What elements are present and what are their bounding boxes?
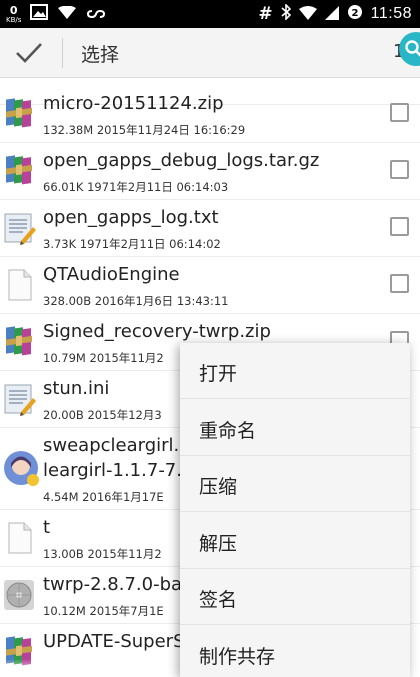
file-size-and-date: 10.12M 2015年7月1E bbox=[43, 604, 164, 618]
cell-signal-icon bbox=[324, 5, 339, 24]
action-bar-title: 选择 bbox=[81, 44, 120, 66]
file-name: twrp-2.8.7.0-ba bbox=[43, 574, 183, 595]
status-bar: 0 KB/s # 2 11:58 bbox=[0, 0, 420, 28]
alarm-icon: 2 bbox=[347, 4, 363, 24]
context-menu-item-label: 签名 bbox=[199, 589, 238, 611]
file-name: QTAudioEngine bbox=[43, 264, 180, 285]
file-name: open_gapps_debug_logs.tar.gz bbox=[43, 150, 320, 171]
action-bar-divider bbox=[62, 38, 63, 68]
context-menu-item[interactable]: 签名 bbox=[180, 569, 410, 625]
context-menu-item[interactable]: 解压 bbox=[180, 513, 410, 569]
file-name: sweapcleargirl.v bbox=[43, 435, 190, 456]
blank-file-icon bbox=[3, 521, 37, 555]
search-icon bbox=[405, 40, 420, 57]
file-list-item[interactable]: micro-20151124.zip 132.38M 2015年11月24日 16… bbox=[0, 86, 420, 143]
file-size-and-date: 328.00B 2016年1月6日 13:43:11 bbox=[43, 294, 229, 308]
context-menu-item[interactable]: 重命名 bbox=[180, 400, 410, 456]
file-list-item[interactable]: QTAudioEngine 328.00B 2016年1月6日 13:43:11 bbox=[0, 257, 420, 314]
wifi-signal-icon bbox=[298, 5, 317, 24]
text-file-icon bbox=[3, 211, 37, 245]
file-size-and-date: 4.54M 2016年1月17E bbox=[43, 490, 164, 504]
svg-text:2: 2 bbox=[351, 8, 358, 19]
clock-time: 11:58 bbox=[370, 5, 412, 22]
archive-icon bbox=[3, 325, 37, 359]
file-list-item[interactable]: open_gapps_log.txt 3.73K 1971年2月11日 06:14… bbox=[0, 200, 420, 257]
text-file-icon bbox=[3, 382, 37, 416]
bluetooth-icon bbox=[281, 3, 291, 24]
file-size-and-date: 13.00B 2015年11月2 bbox=[43, 547, 162, 561]
file-select-checkbox[interactable] bbox=[390, 274, 409, 293]
network-speed-unit: KB/s bbox=[6, 15, 22, 24]
checkmark-icon bbox=[16, 43, 42, 63]
network-speed-value: 0 bbox=[9, 3, 18, 17]
context-menu-item[interactable]: 压缩 bbox=[180, 456, 410, 512]
file-size-and-date: 10.79M 2015年11月2 bbox=[43, 351, 164, 365]
file-name: micro-20151124.zip bbox=[43, 93, 224, 114]
file-select-checkbox[interactable] bbox=[390, 103, 409, 122]
context-menu-item-label: 重命名 bbox=[199, 419, 257, 442]
file-name: UPDATE-SuperS bbox=[43, 631, 185, 652]
file-select-checkbox[interactable] bbox=[390, 160, 409, 179]
file-size-and-date: 66.01K 1971年2月11日 06:14:03 bbox=[43, 180, 229, 194]
file-name: stun.ini bbox=[43, 378, 110, 399]
file-name: Signed_recovery-twrp.zip bbox=[43, 321, 271, 342]
blank-file-icon bbox=[3, 268, 37, 302]
file-name-continued: leargirl-1.1.7-7. bbox=[43, 460, 182, 481]
context-menu: 打开重命名压缩解压签名制作共存 bbox=[180, 343, 410, 677]
apk-app-icon bbox=[3, 450, 39, 486]
file-name: t bbox=[43, 517, 51, 538]
wifi-notification-icon bbox=[57, 5, 77, 24]
disc-image-icon bbox=[3, 578, 37, 612]
file-size-and-date: 3.73K 1971年2月11日 06:14:02 bbox=[43, 237, 221, 251]
archive-icon bbox=[3, 97, 37, 131]
selection-action-bar: 选择 1 bbox=[0, 28, 420, 78]
context-menu-item-label: 打开 bbox=[199, 363, 238, 385]
context-menu-item[interactable]: 打开 bbox=[180, 343, 410, 399]
file-size-and-date: 132.38M 2015年11月24日 16:16:29 bbox=[43, 123, 246, 137]
context-menu-item-label: 压缩 bbox=[199, 476, 238, 498]
loop-notification-icon bbox=[86, 5, 106, 24]
confirm-selection-button[interactable] bbox=[12, 38, 46, 68]
file-name: open_gapps_log.txt bbox=[43, 207, 219, 228]
image-notification-icon bbox=[30, 4, 49, 24]
context-menu-item-label: 解压 bbox=[199, 532, 238, 555]
file-select-checkbox[interactable] bbox=[390, 217, 409, 236]
file-size-and-date: 20.00B 2015年12月3 bbox=[43, 408, 162, 422]
network-speed-indicator: 0 KB/s bbox=[6, 5, 21, 24]
context-menu-item-label: 制作共存 bbox=[199, 645, 276, 668]
context-menu-item[interactable]: 制作共存 bbox=[180, 626, 410, 677]
hash-status-icon: # bbox=[258, 4, 273, 24]
archive-icon bbox=[3, 154, 37, 188]
file-list-item[interactable]: open_gapps_debug_logs.tar.gz 66.01K 1971年… bbox=[0, 143, 420, 200]
